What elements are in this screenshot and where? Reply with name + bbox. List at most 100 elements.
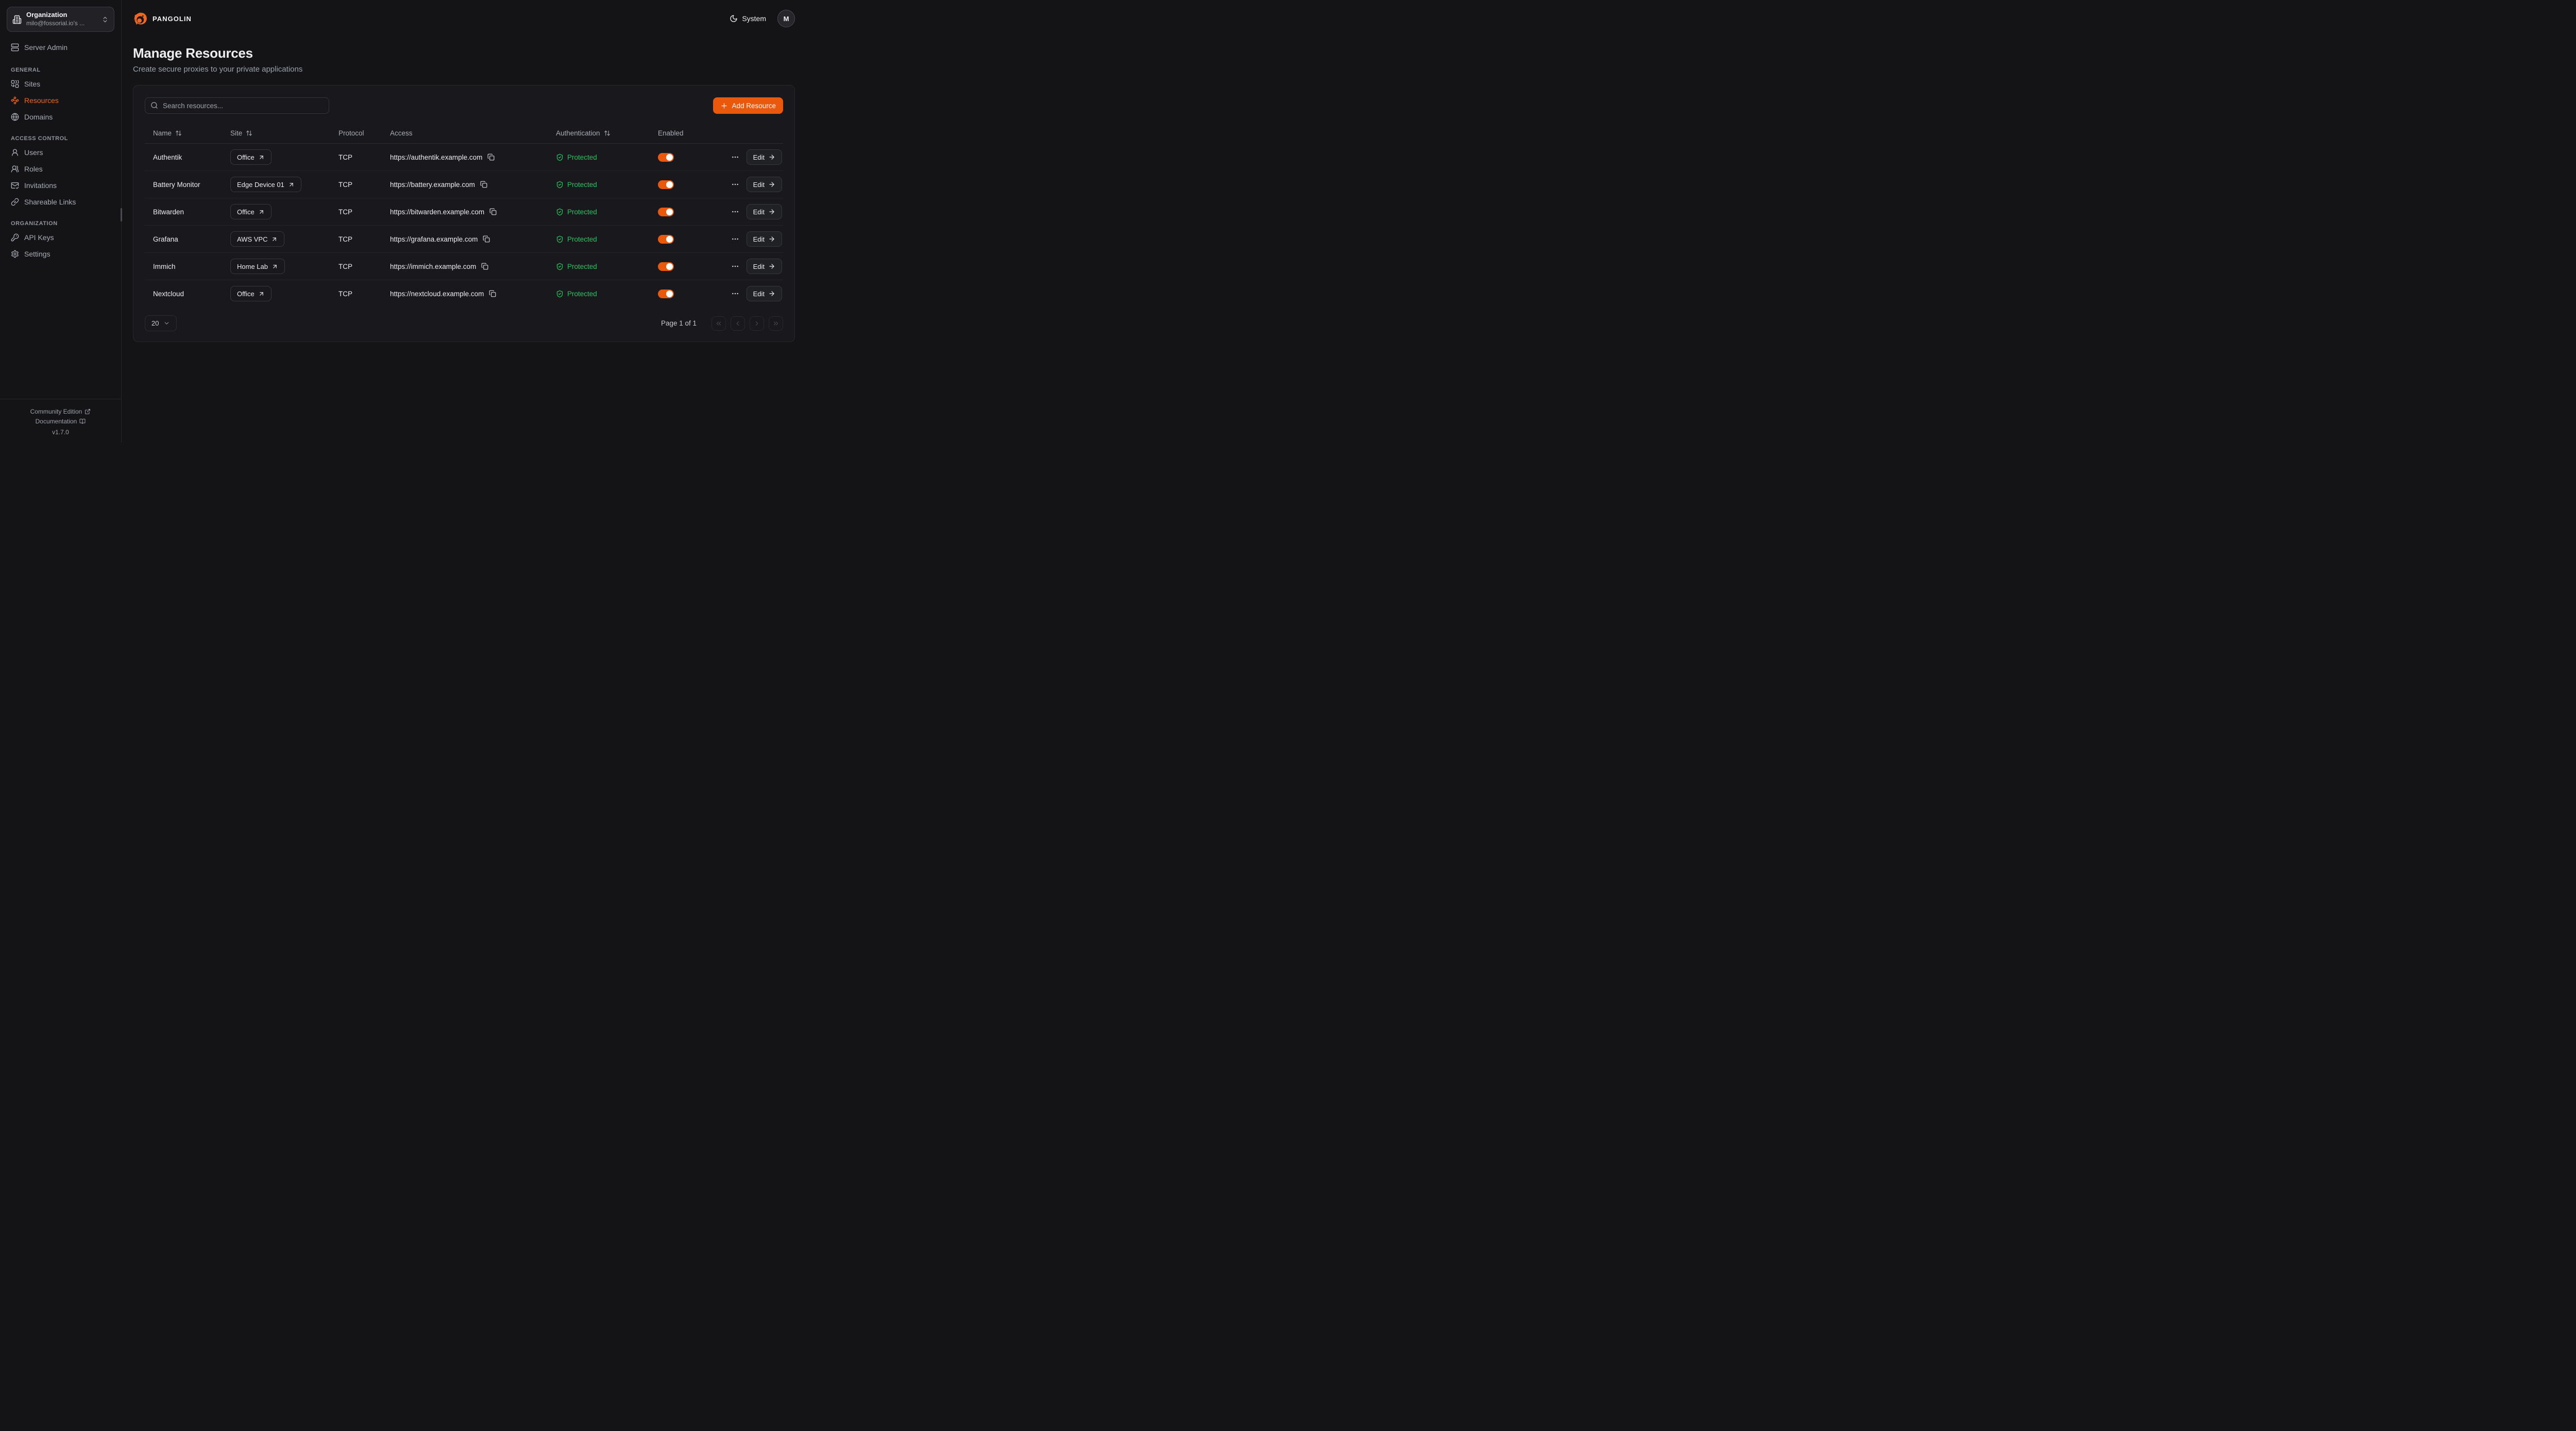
copy-icon [489,208,497,215]
column-header-name[interactable]: Name [153,129,182,137]
add-resource-button[interactable]: Add Resource [713,97,783,114]
sidebar-item-settings[interactable]: Settings [7,246,114,262]
copy-url-button[interactable] [486,152,496,162]
copy-url-button[interactable] [488,289,497,298]
theme-toggle-button[interactable]: System [730,14,766,23]
documentation-link[interactable]: Documentation [0,418,121,425]
page-head: Manage Resources Create secure proxies t… [133,45,795,74]
auth-status-badge: Protected [556,235,597,243]
enabled-toggle[interactable] [658,208,674,216]
edit-button[interactable]: Edit [747,149,782,165]
sidebar-item-label: API Keys [24,233,54,242]
row-menu-button[interactable] [729,233,741,245]
previous-page-button[interactable] [731,316,745,331]
page-subtitle: Create secure proxies to your private ap… [133,65,795,74]
row-menu-button[interactable] [729,151,741,163]
search-input[interactable] [145,97,329,114]
org-switcher-value: milo@fossorial.io's ... [26,20,97,28]
row-menu-button[interactable] [729,287,741,300]
sidebar-item-label: Resources [24,96,59,105]
pangolin-logo [133,11,148,26]
key-icon [11,233,19,242]
access-url: https://battery.example.com [390,181,475,189]
sidebar-item-api-keys[interactable]: API Keys [7,229,114,246]
site-name: Office [237,208,255,216]
next-page-button[interactable] [750,316,764,331]
protocol-value: TCP [338,154,352,161]
sidebar-item-sites[interactable]: Sites [7,76,114,92]
copy-url-button[interactable] [479,180,488,189]
edit-button[interactable]: Edit [747,259,782,274]
site-link-button[interactable]: Office [230,286,272,301]
resource-name: Bitwarden [153,208,184,216]
column-header-site[interactable]: Site [230,129,252,137]
add-resource-label: Add Resource [732,102,776,110]
sidebar-item-roles[interactable]: Roles [7,161,114,177]
user-icon [11,148,19,157]
sidebar-resize-handle[interactable] [121,208,122,222]
site-link-button[interactable]: Home Lab [230,259,285,274]
edit-button[interactable]: Edit [747,177,782,192]
access-url: https://authentik.example.com [390,154,482,161]
org-switcher[interactable]: Organization milo@fossorial.io's ... [7,7,114,32]
sidebar-item-users[interactable]: Users [7,144,114,161]
column-header-authentication[interactable]: Authentication [556,129,611,137]
version-label: v1.7.0 [0,429,121,436]
row-menu-button[interactable] [729,206,741,218]
protocol-value: TCP [338,235,352,243]
auth-status-label: Protected [567,263,597,270]
waypoints-icon [11,96,19,105]
community-edition-link[interactable]: Community Edition [0,408,121,415]
enabled-toggle[interactable] [658,289,674,298]
edit-button[interactable]: Edit [747,231,782,247]
chevrons-left-icon [715,320,722,327]
sidebar-item-shareable-links[interactable]: Shareable Links [7,194,114,210]
enabled-toggle[interactable] [658,235,674,244]
site-link-button[interactable]: Edge Device 01 [230,177,301,192]
brand[interactable]: PANGOLIN [133,11,192,26]
row-menu-button[interactable] [729,178,741,191]
access-url: https://nextcloud.example.com [390,290,484,298]
ellipsis-icon [731,262,739,270]
page-size-select[interactable]: 20 [145,315,177,331]
enabled-toggle[interactable] [658,262,674,271]
enabled-toggle[interactable] [658,153,674,162]
arrow-right-icon [768,154,775,161]
sort-icon [246,130,252,137]
access-url: https://bitwarden.example.com [390,208,484,216]
last-page-button[interactable] [769,316,783,331]
enabled-toggle[interactable] [658,180,674,189]
edit-button[interactable]: Edit [747,286,782,301]
edit-label: Edit [753,235,765,243]
first-page-button[interactable] [711,316,726,331]
brand-name: PANGOLIN [152,15,192,23]
site-name: Office [237,154,255,161]
sidebar-nav: Server Admin GENERAL Sites Resources Dom… [0,35,121,262]
sidebar-item-label: Shareable Links [24,198,76,206]
copy-url-button[interactable] [480,262,489,271]
auth-status-badge: Protected [556,181,597,189]
edit-button[interactable]: Edit [747,204,782,219]
app-root: Organization milo@fossorial.io's ... Ser… [0,0,808,442]
avatar[interactable]: M [777,10,795,27]
copy-url-button[interactable] [488,207,498,216]
resources-table: Name Site Protocol Access [133,123,794,307]
sidebar-item-resources[interactable]: Resources [7,92,114,109]
book-open-icon [79,418,86,424]
row-menu-button[interactable] [729,260,741,272]
shield-check-icon [556,290,564,298]
table-row: Immich Home Lab TCP https://immich.examp… [145,252,783,280]
sidebar-footer: Community Edition Documentation v1.7.0 [0,399,121,442]
sidebar-item-invitations[interactable]: Invitations [7,177,114,194]
site-link-button[interactable]: Office [230,149,272,165]
auth-status-label: Protected [567,290,597,298]
site-link-button[interactable]: AWS VPC [230,231,284,247]
auth-status-badge: Protected [556,263,597,270]
copy-url-button[interactable] [482,234,491,244]
column-header-enabled: Enabled [658,129,684,137]
arrow-up-right-icon [258,291,265,297]
sidebar-item-label: Users [24,148,43,157]
sidebar-item-server-admin[interactable]: Server Admin [7,39,114,56]
sidebar-item-domains[interactable]: Domains [7,109,114,125]
site-link-button[interactable]: Office [230,204,272,219]
